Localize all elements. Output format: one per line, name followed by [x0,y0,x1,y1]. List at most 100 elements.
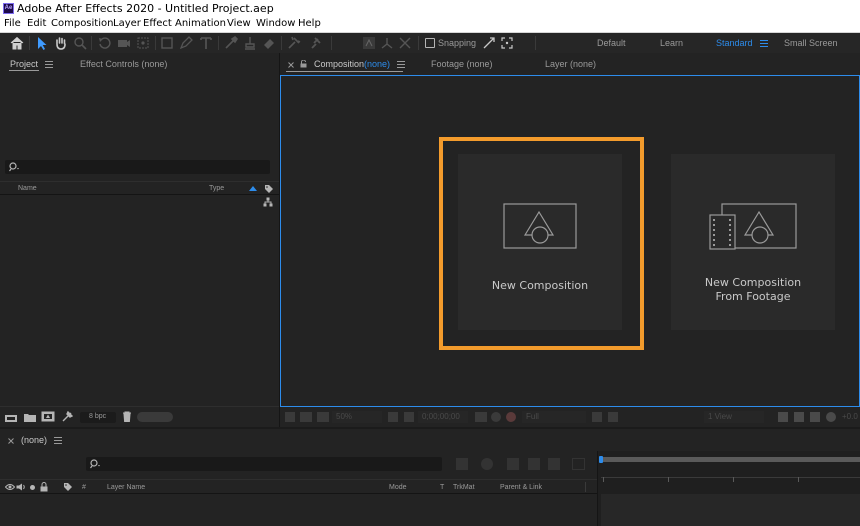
bit-depth-button[interactable]: 8 bpc [80,412,116,423]
camera-tool-icon[interactable] [116,35,132,51]
workspace-menu-icon[interactable] [760,40,768,47]
column-name[interactable]: Name [18,185,37,192]
menu-file[interactable]: File [4,18,21,29]
column-number[interactable]: # [82,484,86,491]
resolution-dropdown[interactable]: Full [522,411,586,423]
menu-animation[interactable]: Animation [175,18,226,29]
pan-behind-tool-icon[interactable] [135,35,151,51]
column-t[interactable]: T [440,484,444,491]
trash-icon[interactable] [122,411,132,422]
clone-stamp-tool-icon[interactable] [242,35,258,51]
lock-icon[interactable] [40,482,48,492]
new-composition-card[interactable]: New Composition [458,154,622,330]
eraser-tool-icon[interactable] [261,35,277,51]
snapping-checkbox[interactable] [425,38,435,48]
menu-composition[interactable]: Composition [51,18,113,29]
preview-icon[interactable] [300,412,312,422]
tab-effect-controls[interactable]: Effect Controls (none) [80,59,167,69]
tab-project[interactable]: Project [10,59,38,69]
video-eye-icon[interactable] [5,483,15,491]
project-thumbnail-slider[interactable] [137,412,173,422]
tab-footage[interactable]: Footage (none) [431,59,493,69]
brush-tool-icon[interactable] [223,35,239,51]
menu-layer[interactable]: Layer [113,18,141,29]
timeline-icon[interactable] [810,412,820,422]
tab-composition-target[interactable]: (none) [364,59,390,69]
frame-blending-icon[interactable] [507,458,519,470]
menu-view[interactable]: View [227,18,251,29]
column-mode[interactable]: Mode [389,484,407,491]
selection-tool-icon[interactable] [34,35,50,51]
exposure-icon[interactable] [826,412,836,422]
shy-layers-icon[interactable] [481,458,493,470]
comp-flowchart-icon[interactable] [572,458,585,470]
new-composition-from-footage-card[interactable]: New Composition From Footage [671,154,835,330]
show-snapshot-icon[interactable] [491,412,501,422]
tab-composition[interactable]: Composition [314,59,364,69]
exposure-value[interactable]: +0.0 [842,412,858,421]
solo-icon[interactable] [30,485,35,490]
pen-tool-icon[interactable] [178,35,194,51]
grid-icon[interactable] [388,412,398,422]
work-area-start-handle[interactable] [599,456,603,463]
region-of-interest-icon[interactable] [592,412,602,422]
snap-edges-icon[interactable] [481,35,497,51]
view-layout-dropdown[interactable]: 1 View [704,411,764,423]
panel-menu-icon[interactable] [54,437,62,444]
roto-brush-tool-icon[interactable] [286,35,302,51]
menu-edit[interactable]: Edit [27,18,46,29]
tab-layer[interactable]: Layer (none) [545,59,596,69]
workspace-standard[interactable]: Standard [716,38,753,48]
mask-icon[interactable] [317,412,329,422]
workspace-default[interactable]: Default [597,38,626,48]
magnify-icon[interactable] [285,412,295,422]
draft-3d-icon[interactable] [456,458,468,470]
rotation-tool-icon[interactable] [96,35,112,51]
panel-menu-icon[interactable] [397,61,405,68]
project-search-input[interactable] [5,160,270,174]
column-trkmat[interactable]: TrkMat [453,484,475,491]
workspace-small-screen[interactable]: Small Screen [784,38,838,48]
interpret-footage-icon[interactable] [4,413,18,423]
snapshot-icon[interactable] [475,412,487,422]
flowchart-icon[interactable] [263,197,273,207]
close-tab-icon[interactable] [8,438,14,444]
home-icon[interactable] [9,35,25,51]
menu-help[interactable]: Help [298,18,321,29]
tab-timeline[interactable]: (none) [21,435,47,445]
work-area-bar[interactable] [601,457,860,462]
fast-previews-icon[interactable] [794,412,804,422]
type-tool-icon[interactable] [198,35,214,51]
snap-features-icon[interactable] [499,35,515,51]
project-settings-icon[interactable] [62,411,73,422]
puppet-pin-tool-icon[interactable] [308,35,324,51]
lock-icon[interactable] [300,60,307,68]
hand-tool-icon[interactable] [53,35,69,51]
column-layer-name[interactable]: Layer Name [107,484,145,491]
transparency-grid-icon[interactable] [608,412,618,422]
motion-blur-icon[interactable] [528,458,540,470]
new-folder-icon[interactable] [24,412,36,422]
sort-ascending-icon[interactable] [249,186,257,191]
audio-speaker-icon[interactable] [16,483,26,491]
zoom-dropdown[interactable]: 50% [332,411,382,423]
color-channels-icon[interactable] [506,412,516,422]
local-axis-mode-icon[interactable] [361,35,377,51]
workspace-learn[interactable]: Learn [660,38,683,48]
menu-effect[interactable]: Effect [143,18,172,29]
column-type[interactable]: Type [209,185,224,192]
graph-editor-icon[interactable] [548,458,560,470]
zoom-tool-icon[interactable] [72,35,88,51]
timeline-search-input[interactable] [86,457,442,471]
toggle-pixel-aspect-icon[interactable] [778,412,788,422]
view-axis-mode-icon[interactable] [397,35,413,51]
label-tag-icon[interactable] [264,184,274,194]
label-tag-icon[interactable] [63,482,73,492]
rectangle-tool-icon[interactable] [159,35,175,51]
close-tab-icon[interactable] [288,62,294,68]
panel-menu-icon[interactable] [45,61,53,68]
timecode-display[interactable]: 0;00;00;00 [418,411,468,423]
world-axis-mode-icon[interactable] [379,35,395,51]
safe-zones-icon[interactable] [404,412,414,422]
new-composition-icon[interactable] [41,411,55,422]
